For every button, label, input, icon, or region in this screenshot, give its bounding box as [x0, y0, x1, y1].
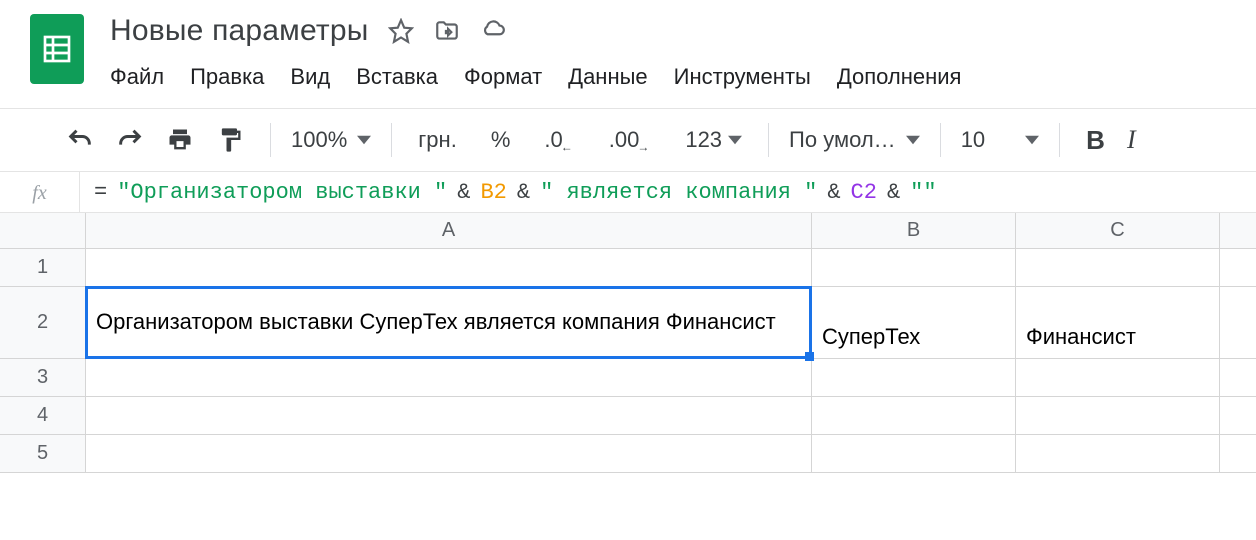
zoom-dropdown[interactable]: 100% — [291, 127, 371, 153]
column-header-a[interactable]: A — [86, 213, 812, 249]
toolbar: 100% грн. % .0← .00→ 123 По умол… 10 — [0, 109, 1256, 171]
currency-button[interactable]: грн. — [412, 127, 463, 153]
cell[interactable] — [812, 249, 1016, 287]
chevron-down-icon — [1025, 127, 1039, 153]
menu-file[interactable]: Файл — [110, 64, 164, 90]
cell[interactable] — [1220, 287, 1256, 359]
sheets-icon — [41, 33, 73, 65]
cell-value: Организатором выставки СуперТех является… — [96, 308, 776, 337]
cell[interactable] — [86, 359, 812, 397]
menu-view[interactable]: Вид — [290, 64, 330, 90]
cell[interactable] — [1016, 435, 1220, 473]
cell[interactable] — [812, 397, 1016, 435]
bold-button[interactable]: B — [1080, 125, 1111, 156]
select-all-corner[interactable] — [0, 213, 86, 249]
sheets-logo[interactable] — [30, 14, 84, 84]
formula-token: " является компания " — [540, 180, 817, 205]
cell[interactable] — [1016, 359, 1220, 397]
cell-value: СуперТех — [822, 324, 920, 350]
menu-insert[interactable]: Вставка — [356, 64, 438, 90]
menu-data[interactable]: Данные — [568, 64, 647, 90]
column-header-c[interactable]: C — [1016, 213, 1220, 249]
undo-button[interactable] — [60, 126, 100, 154]
font-size-value: 10 — [961, 127, 985, 153]
app-header: Новые параметры Файл Правка Вид — [0, 0, 1256, 94]
increase-decimal-button[interactable]: .00→ — [603, 127, 658, 153]
menu-format[interactable]: Формат — [464, 64, 542, 90]
formula-token: & — [457, 180, 470, 205]
chevron-down-icon — [906, 127, 920, 153]
formula-bar: fx = "Организатором выставки " & B2 & " … — [0, 171, 1256, 213]
cell[interactable] — [86, 249, 812, 287]
formula-token: = — [94, 180, 107, 205]
menu-addons[interactable]: Дополнения — [837, 64, 962, 90]
formula-token: & — [887, 180, 900, 205]
cell-a2-selected[interactable]: Организатором выставки СуперТех является… — [86, 287, 812, 359]
column-header-next[interactable] — [1220, 213, 1256, 249]
formula-token: C2 — [851, 180, 877, 205]
cell[interactable] — [1016, 249, 1220, 287]
number-format-dropdown[interactable]: 123 — [679, 127, 748, 153]
cell-c2[interactable]: Финансист — [1016, 287, 1220, 359]
paint-format-button[interactable] — [210, 126, 250, 154]
row-header-4[interactable]: 4 — [0, 397, 86, 435]
cloud-status-icon[interactable] — [480, 18, 506, 44]
chevron-down-icon — [357, 127, 371, 153]
percent-button[interactable]: % — [485, 127, 517, 153]
zoom-value: 100% — [291, 127, 347, 153]
cell-b2[interactable]: СуперТех — [812, 287, 1016, 359]
cell[interactable] — [86, 435, 812, 473]
formula-token: B2 — [480, 180, 506, 205]
spreadsheet-grid: A B C 1 2 Организатором выставки СуперТе… — [0, 213, 1256, 473]
formula-token: "Организатором выставки " — [117, 180, 447, 205]
menu-tools[interactable]: Инструменты — [674, 64, 811, 90]
main-menubar: Файл Правка Вид Вставка Формат Данные Ин… — [110, 64, 961, 90]
formula-input[interactable]: = "Организатором выставки " & B2 & " явл… — [80, 180, 937, 205]
toolbar-separator — [391, 123, 392, 157]
font-family-value: По умол… — [789, 127, 896, 153]
formula-token: & — [827, 180, 840, 205]
decrease-decimal-button[interactable]: .0← — [538, 127, 580, 153]
cell[interactable] — [86, 397, 812, 435]
row-header-2[interactable]: 2 — [0, 287, 86, 359]
cell[interactable] — [1220, 249, 1256, 287]
row-header-3[interactable]: 3 — [0, 359, 86, 397]
font-family-dropdown[interactable]: По умол… — [789, 127, 920, 153]
column-header-b[interactable]: B — [812, 213, 1016, 249]
toolbar-separator — [270, 123, 271, 157]
cell-value: Финансист — [1026, 324, 1136, 350]
document-title[interactable]: Новые параметры — [110, 14, 368, 48]
cell[interactable] — [1220, 359, 1256, 397]
star-icon[interactable] — [388, 18, 414, 44]
italic-button[interactable]: I — [1121, 125, 1142, 155]
menu-edit[interactable]: Правка — [190, 64, 264, 90]
selection-handle[interactable] — [805, 352, 814, 361]
cell[interactable] — [1220, 435, 1256, 473]
toolbar-separator — [1059, 123, 1060, 157]
redo-button[interactable] — [110, 126, 150, 154]
move-to-folder-icon[interactable] — [434, 18, 460, 44]
formula-token: & — [517, 180, 530, 205]
formula-token: "" — [910, 180, 936, 205]
row-header-1[interactable]: 1 — [0, 249, 86, 287]
toolbar-separator — [940, 123, 941, 157]
fx-label: fx — [0, 172, 80, 212]
cell[interactable] — [812, 359, 1016, 397]
chevron-down-icon — [728, 127, 742, 153]
font-size-dropdown[interactable]: 10 — [961, 127, 1039, 153]
cell[interactable] — [812, 435, 1016, 473]
toolbar-separator — [768, 123, 769, 157]
cell[interactable] — [1220, 397, 1256, 435]
row-header-5[interactable]: 5 — [0, 435, 86, 473]
cell[interactable] — [1016, 397, 1220, 435]
print-button[interactable] — [160, 126, 200, 154]
